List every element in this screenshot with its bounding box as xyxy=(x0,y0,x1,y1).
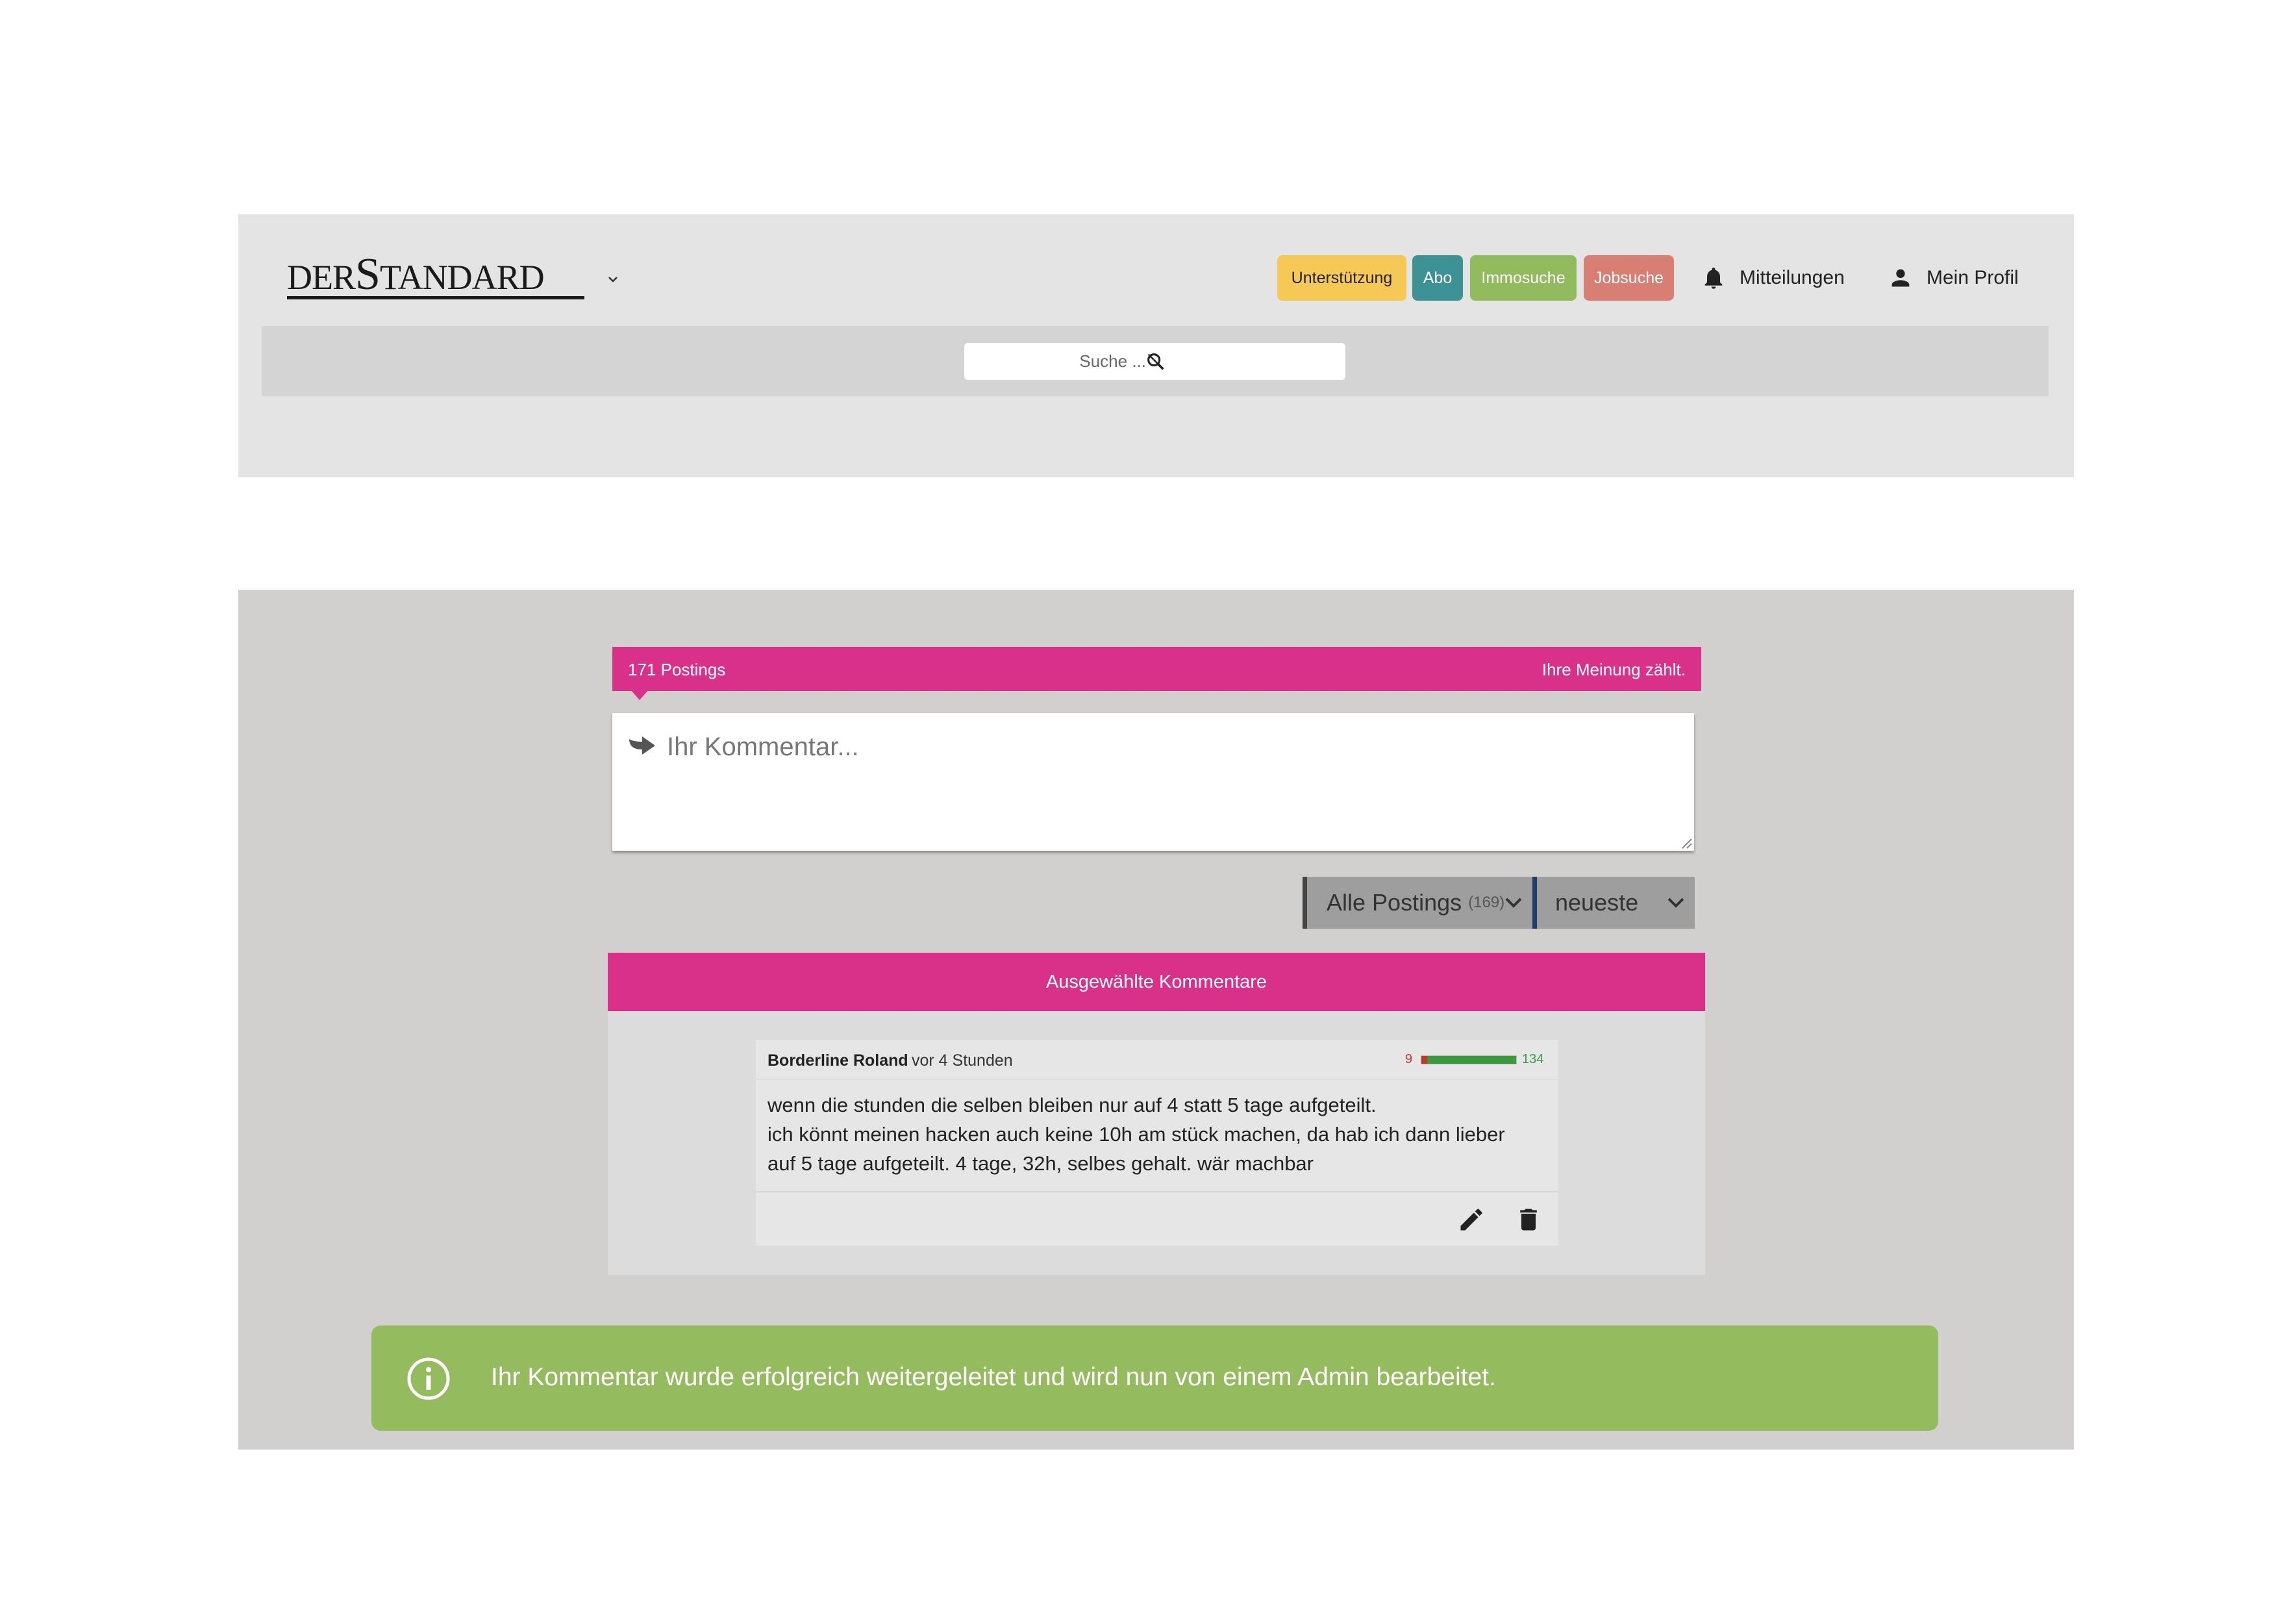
logo-underline xyxy=(287,296,584,299)
posting-text: wenn die stunden die selben bleiben nur … xyxy=(767,1090,1547,1178)
logo-text-der: DER xyxy=(287,258,356,297)
logo-text-rest: TANDARD xyxy=(379,258,545,297)
posting-line: ich könnt meinen hacken auch keine 10h a… xyxy=(767,1123,1505,1146)
rating-bar xyxy=(1421,1055,1517,1064)
rating-bar-negative xyxy=(1421,1056,1427,1064)
resize-grip-icon[interactable] xyxy=(1678,835,1693,849)
filter-count: (169) xyxy=(1468,894,1505,911)
comment-composer xyxy=(612,713,1694,851)
posting-filter-select[interactable]: Alle Postings (169) xyxy=(1303,877,1532,929)
forum-section: 171 Postings Ihre Meinung zählt. Alle Po… xyxy=(238,590,2074,1450)
notifications-label: Mitteilungen xyxy=(1740,267,1845,288)
toast-message: Ihr Kommentar wurde erfolgreich weiterge… xyxy=(491,1363,1496,1391)
posting-line: wenn die stunden die selben bleiben nur … xyxy=(767,1094,1377,1116)
success-toast: Ihr Kommentar wurde erfolgreich weiterge… xyxy=(371,1325,1938,1431)
profile-label: Mein Profil xyxy=(1927,267,2019,288)
search-bar xyxy=(262,326,2049,396)
rating-bar-positive xyxy=(1427,1056,1516,1064)
abo-button[interactable]: Abo xyxy=(1412,255,1463,301)
chevron-down-icon xyxy=(1505,898,1522,908)
logo-text-s: S xyxy=(355,249,381,299)
pencil-icon[interactable] xyxy=(1457,1205,1486,1234)
site-logo[interactable]: DER S TANDARD xyxy=(287,249,545,299)
posting-line: auf 5 tage aufgeteilt. 4 tage, 32h, selb… xyxy=(767,1152,1314,1175)
notifications-link[interactable]: Mitteilungen xyxy=(1701,258,1845,297)
bell-icon xyxy=(1704,268,1723,289)
forum-tagline: Ihre Meinung zählt. xyxy=(1541,660,1686,679)
posting-time[interactable]: vor 4 Stunden xyxy=(912,1051,1013,1070)
chevron-down-icon xyxy=(1667,898,1684,908)
search-icon[interactable] xyxy=(1145,351,1167,373)
postings-count[interactable]: 171 Postings xyxy=(628,660,725,680)
featured-comments: Ausgewählte Kommentare Borderline Roland… xyxy=(608,953,1705,1275)
posting-header: Borderline Roland vor 4 Stunden 9 134 xyxy=(756,1040,1558,1079)
chevron-down-icon[interactable] xyxy=(605,271,621,287)
reply-arrow-icon xyxy=(629,736,655,755)
featured-comments-title: Ausgewählte Kommentare xyxy=(608,953,1705,1011)
rating-positive: 134 xyxy=(1522,1052,1544,1066)
support-button[interactable]: Unterstützung xyxy=(1277,255,1406,301)
sort-select[interactable]: neueste xyxy=(1532,877,1695,929)
trash-icon[interactable] xyxy=(1514,1205,1543,1234)
immosuche-button[interactable]: Immosuche xyxy=(1470,255,1577,301)
profile-link[interactable]: Mein Profil xyxy=(1888,258,2019,297)
site-header: DER S TANDARD Unterstützung Abo Immosuche … xyxy=(238,214,2074,477)
person-icon xyxy=(1891,269,1910,287)
jobsuche-button[interactable]: Jobsuche xyxy=(1584,255,1674,301)
search-input[interactable] xyxy=(964,343,1146,380)
posting-card: Borderline Roland vor 4 Stunden 9 134 we… xyxy=(756,1040,1558,1246)
sort-label: neueste xyxy=(1555,889,1639,916)
search-box xyxy=(964,343,1345,380)
posting-rating: 9 134 xyxy=(1405,1052,1548,1068)
filter-label: Alle Postings xyxy=(1327,889,1462,916)
posting-author[interactable]: Borderline Roland xyxy=(767,1051,908,1070)
forum-header-bar: 171 Postings Ihre Meinung zählt. xyxy=(612,647,1701,700)
info-icon xyxy=(407,1357,450,1400)
comment-input[interactable] xyxy=(667,733,1667,830)
header-notch xyxy=(630,690,649,700)
rating-negative: 9 xyxy=(1405,1052,1413,1066)
posting-actions xyxy=(756,1191,1558,1247)
